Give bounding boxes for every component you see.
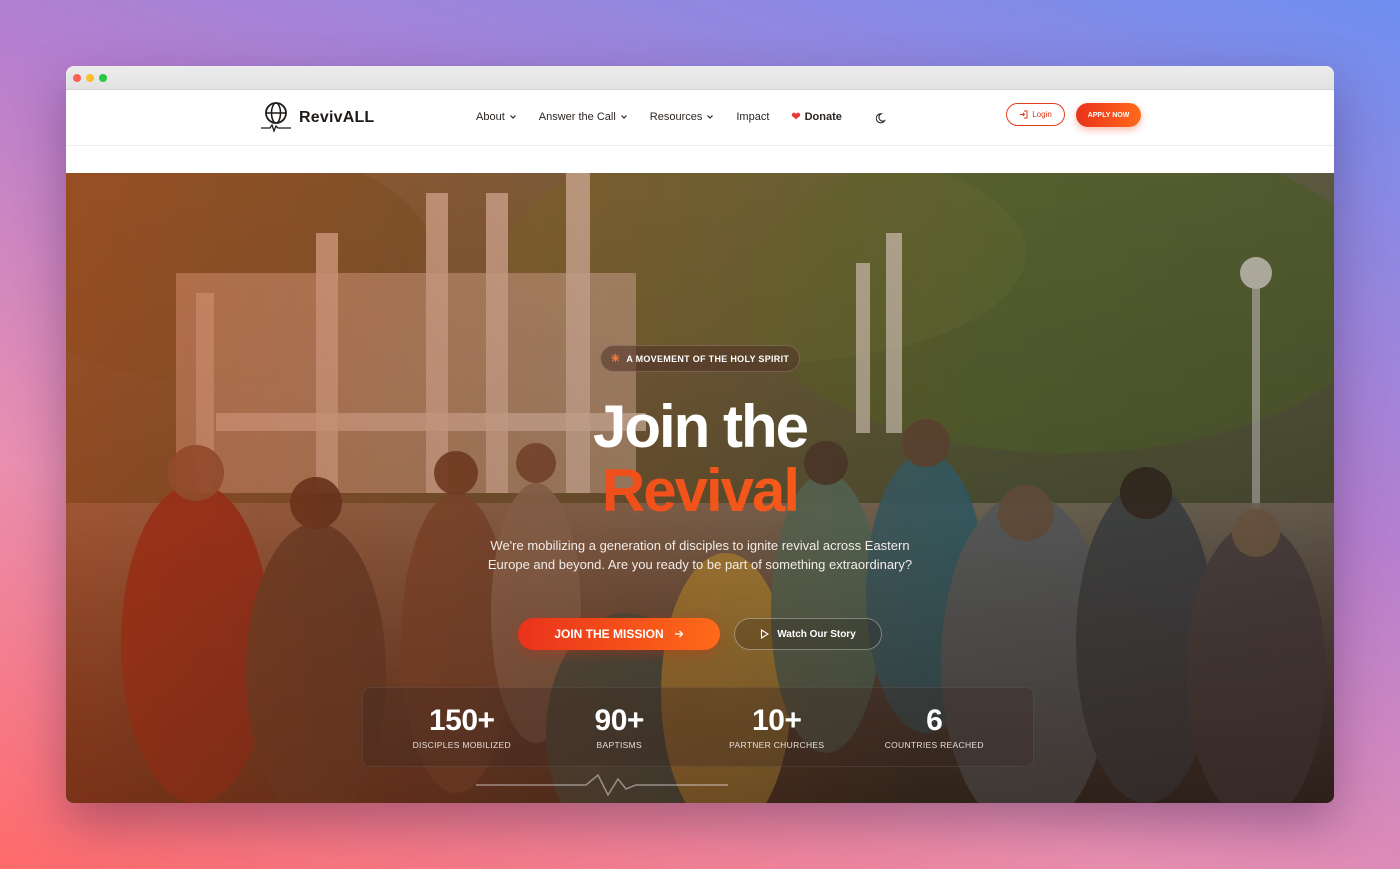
nav-item-resources[interactable]: Resources <box>650 111 715 123</box>
nav-item-impact[interactable]: Impact <box>736 111 769 123</box>
heartbeat-line-icon <box>476 773 728 797</box>
play-icon <box>761 629 770 639</box>
maximize-window-button[interactable] <box>99 74 107 82</box>
nav-item-about[interactable]: About <box>476 111 517 123</box>
nav-item-label: About <box>476 110 505 123</box>
stat-label: PARTNER CHURCHES <box>729 740 825 750</box>
moon-icon[interactable] <box>876 112 888 124</box>
stat-partner-churches: 10+ PARTNER CHURCHES <box>702 704 852 750</box>
brand-name: RevivALL <box>299 109 375 126</box>
navbar: RevivALL About Answer the Call Resources… <box>66 90 1334 146</box>
nav-item-answer-the-call[interactable]: Answer the Call <box>539 111 628 123</box>
apply-now-button[interactable]: APPLY NOW <box>1076 103 1141 127</box>
chevron-down-icon <box>620 114 627 119</box>
main-nav: About Answer the Call Resources Impact ❤… <box>476 110 864 124</box>
hero-subtext: We're mobilizing a generation of discipl… <box>487 538 913 572</box>
stat-countries-reached: 6 COUNTRIES REACHED <box>859 704 1009 750</box>
hero-content: ✳ A MOVEMENT OF THE HOLY SPIRIT Join the… <box>66 173 1334 803</box>
stat-baptisms: 90+ BAPTISMS <box>544 704 694 750</box>
stat-label: DISCIPLES MOBILIZED <box>412 740 511 750</box>
chevron-down-icon <box>509 114 516 119</box>
nav-item-label: Impact <box>736 110 770 123</box>
impact-stats: 150+ DISCIPLES MOBILIZED 90+ BAPTISMS 10… <box>362 687 1034 767</box>
heart-icon: ❤ <box>791 111 801 123</box>
stat-disciples-mobilized: 150+ DISCIPLES MOBILIZED <box>387 704 537 750</box>
nav-item-label: Resources <box>649 110 703 123</box>
globe-pulse-icon <box>261 102 291 133</box>
browser-window: RevivALL About Answer the Call Resources… <box>66 66 1334 803</box>
join-the-mission-label: JOIN THE MISSION <box>554 627 664 641</box>
close-window-button[interactable] <box>73 74 81 82</box>
hero-section: ✳ A MOVEMENT OF THE HOLY SPIRIT Join the… <box>66 173 1334 803</box>
stat-label: COUNTRIES REACHED <box>884 740 984 750</box>
watch-our-story-label: Watch Our Story <box>777 628 856 640</box>
hero-badge: ✳ A MOVEMENT OF THE HOLY SPIRIT <box>600 345 800 372</box>
minimize-window-button[interactable] <box>86 74 94 82</box>
stat-value: 90+ <box>594 704 645 737</box>
login-label: Login <box>1032 110 1052 119</box>
login-icon <box>1020 110 1028 119</box>
join-the-mission-button[interactable]: JOIN THE MISSION <box>518 618 720 650</box>
chevron-down-icon <box>707 114 714 119</box>
stat-value: 150+ <box>428 704 495 737</box>
arrow-right-icon <box>674 630 684 638</box>
window-titlebar <box>66 66 1334 90</box>
site-header: RevivALL About Answer the Call Resources… <box>66 90 1334 173</box>
brand-logo-link[interactable]: RevivALL <box>259 100 374 134</box>
nav-item-label: Donate <box>804 110 842 123</box>
nav-item-label: Answer the Call <box>538 110 616 123</box>
watch-our-story-button[interactable]: Watch Our Story <box>734 618 882 650</box>
nav-item-donate[interactable]: ❤ Donate <box>791 110 842 124</box>
stat-label: BAPTISMS <box>596 740 642 750</box>
hero-headline-line1: Join the <box>592 393 809 460</box>
sparkle-icon: ✳ <box>610 353 621 365</box>
stat-value: 10+ <box>752 704 802 737</box>
login-button[interactable]: Login <box>1006 103 1065 126</box>
hero-headline-line2: Revival <box>66 459 1334 523</box>
stat-value: 6 <box>926 704 943 737</box>
hero-badge-label: A MOVEMENT OF THE HOLY SPIRIT <box>626 353 790 364</box>
